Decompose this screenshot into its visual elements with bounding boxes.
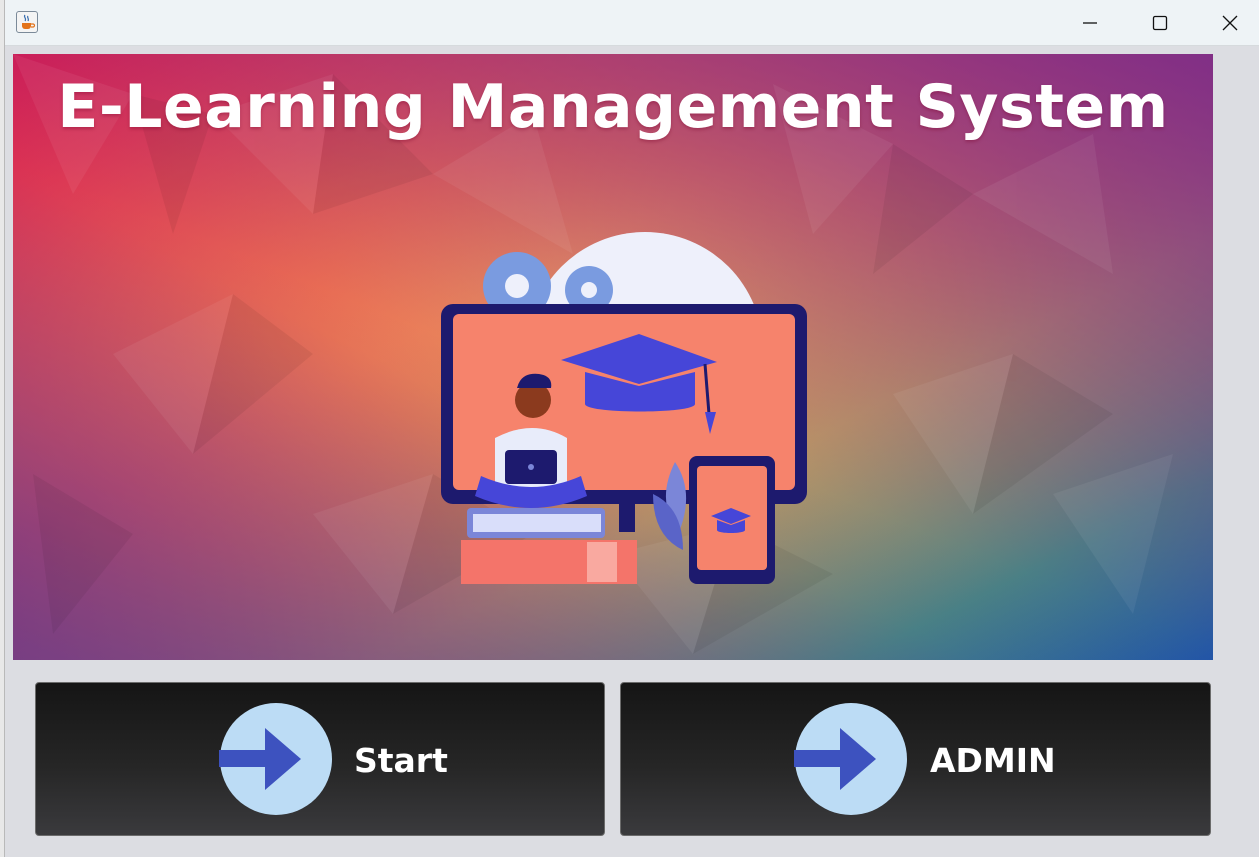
- banner-title: E-Learning Management System: [57, 72, 1169, 142]
- close-button[interactable]: [1195, 0, 1259, 46]
- java-cup-icon[interactable]: [16, 11, 38, 33]
- app-window: E-Learning Management System Start ADMIN: [4, 0, 1259, 857]
- admin-button-label: ADMIN: [930, 741, 1056, 780]
- start-button[interactable]: Start: [35, 682, 605, 836]
- arrow-right-circle-icon: [219, 703, 332, 815]
- minimize-icon: [1083, 22, 1097, 24]
- admin-button[interactable]: ADMIN: [620, 682, 1211, 836]
- arrow-right-circle-icon: [794, 703, 907, 815]
- maximize-icon: [1152, 15, 1168, 31]
- maximize-button[interactable]: [1125, 0, 1195, 46]
- start-button-label: Start: [354, 741, 448, 780]
- close-icon: [1222, 15, 1238, 31]
- minimize-button[interactable]: [1055, 0, 1125, 46]
- title-bar[interactable]: [5, 0, 1259, 46]
- student-laptop-graduation-cap-illustration: [441, 232, 807, 584]
- hero-banner: E-Learning Management System: [13, 54, 1213, 660]
